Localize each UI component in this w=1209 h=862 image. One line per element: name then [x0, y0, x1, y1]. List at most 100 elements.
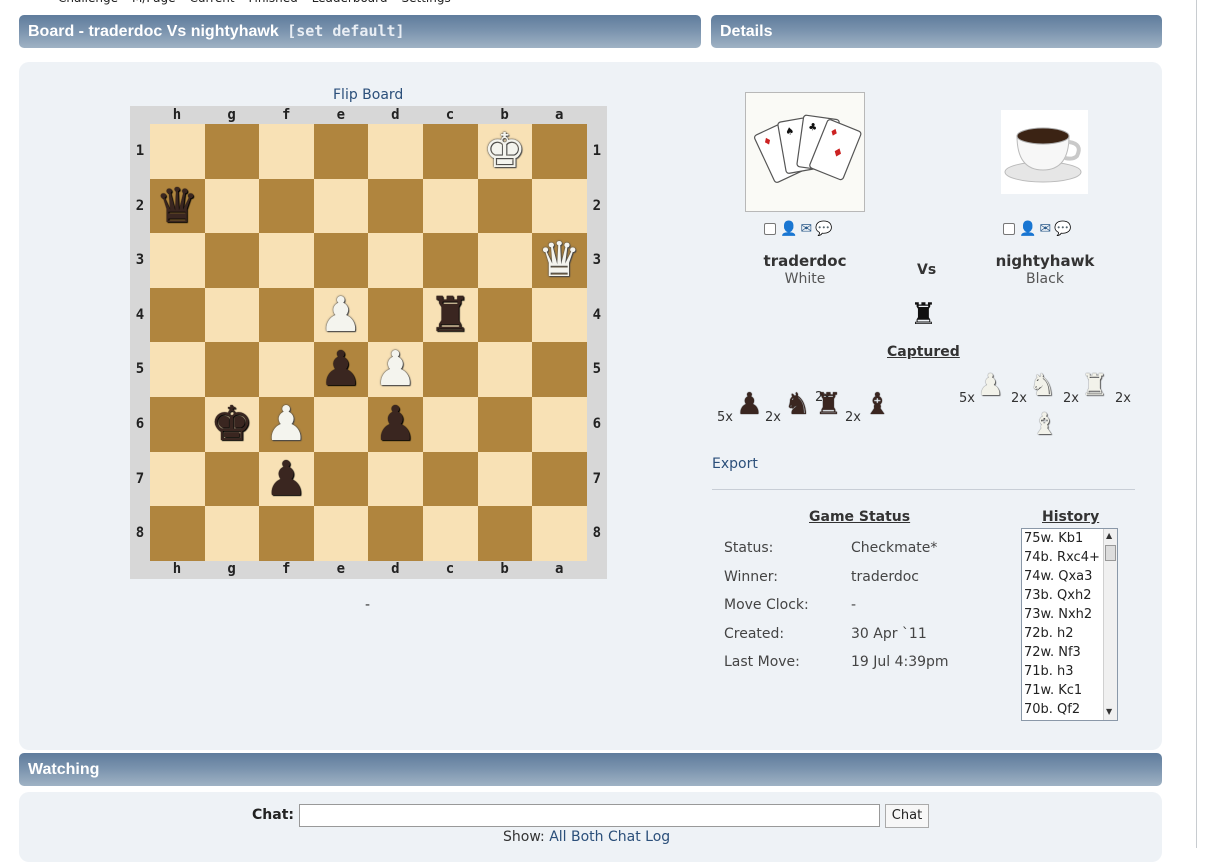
white-pawn-piece[interactable]: ♟	[259, 397, 313, 451]
user-add-icon[interactable]: 👤	[1019, 221, 1036, 237]
board-square-d2[interactable]	[368, 178, 423, 234]
board-square-a4[interactable]	[532, 287, 587, 343]
history-list[interactable]: 75w. Kb1 74b. Rxc4+ 74w. Qxa3 73b. Qxh2 73w.…	[1021, 528, 1118, 721]
white-king-piece[interactable]: ♚	[478, 124, 532, 178]
mail-icon[interactable]: ✉	[1039, 221, 1051, 237]
board-square-e8[interactable]	[313, 506, 369, 561]
board-square-b3[interactable]	[477, 233, 533, 288]
status-value: -	[851, 597, 857, 614]
top-nav-item[interactable]: Finished	[249, 0, 298, 5]
board-square-f1[interactable]	[259, 124, 314, 179]
board-square-g4[interactable]	[204, 287, 260, 343]
board-square-f4[interactable]	[259, 287, 314, 343]
board-square-b7[interactable]	[477, 451, 533, 507]
white-pawn-piece[interactable]: ♟	[368, 342, 422, 396]
board-square-c2[interactable]	[423, 178, 478, 234]
board-square-d1[interactable]	[368, 124, 423, 179]
board-square-g5[interactable]	[204, 342, 260, 397]
board-square-c7[interactable]	[423, 451, 478, 507]
flip-board-link[interactable]: Flip Board	[333, 87, 403, 103]
board-square-b2[interactable]	[477, 178, 533, 234]
board-square-h5[interactable]	[150, 342, 205, 397]
board-square-g8[interactable]	[204, 506, 260, 561]
white-player-name[interactable]: traderdoc	[745, 252, 865, 270]
board-square-c3[interactable]	[423, 233, 478, 288]
board-square-d4[interactable]	[368, 287, 423, 343]
captured-count: 2x	[1115, 391, 1131, 406]
board-square-e1[interactable]	[313, 124, 369, 179]
set-default-link[interactable]: [set default]	[287, 22, 404, 40]
board-square-c8[interactable]	[423, 506, 478, 561]
top-nav-item[interactable]: Challenge	[58, 0, 118, 5]
show-log-link[interactable]: Log	[645, 829, 670, 845]
white-pawn-piece[interactable]: ♟	[314, 288, 368, 342]
board-square-h1[interactable]	[150, 124, 205, 179]
board-square-a7[interactable]	[532, 451, 587, 507]
rank-label-right: 4	[592, 306, 602, 323]
board-square-g7[interactable]	[204, 451, 260, 507]
board-square-a6[interactable]	[532, 397, 587, 452]
board-square-g3[interactable]	[204, 233, 260, 288]
show-all-link[interactable]: All	[549, 829, 566, 845]
show-chat-link[interactable]: Chat	[608, 829, 641, 845]
top-nav-item[interactable]: M/Page	[132, 0, 175, 5]
file-label-top: h	[172, 107, 182, 123]
white-select-checkbox[interactable]	[764, 223, 776, 235]
file-label-top: g	[227, 107, 236, 123]
black-pawn-piece[interactable]: ♟	[259, 452, 313, 506]
watching-panel	[19, 792, 1162, 862]
black-rook-piece[interactable]: ♜	[423, 288, 477, 342]
board-square-c5[interactable]	[423, 342, 478, 397]
board-square-d8[interactable]	[368, 506, 423, 561]
black-pawn-piece[interactable]: ♟	[368, 397, 422, 451]
black-player-name[interactable]: nightyhawk	[985, 252, 1105, 270]
board-square-f2[interactable]	[259, 178, 314, 234]
board-square-f3[interactable]	[259, 233, 314, 288]
board-square-c6[interactable]	[423, 397, 478, 452]
white-queen-piece[interactable]: ♛	[532, 233, 586, 287]
board-square-g2[interactable]	[204, 178, 260, 234]
board-square-e3[interactable]	[313, 233, 369, 288]
divider	[712, 489, 1135, 490]
board-square-e2[interactable]	[313, 178, 369, 234]
board-square-a5[interactable]	[532, 342, 587, 397]
board-square-f5[interactable]	[259, 342, 314, 397]
board-square-e7[interactable]	[313, 451, 369, 507]
status-value: Checkmate*	[851, 540, 938, 556]
board-square-b5[interactable]	[477, 342, 533, 397]
board-square-b6[interactable]	[477, 397, 533, 452]
board-square-d7[interactable]	[368, 451, 423, 507]
board-square-a1[interactable]	[532, 124, 587, 179]
board-square-h6[interactable]	[150, 397, 205, 452]
board-square-g1[interactable]	[204, 124, 260, 179]
mail-icon[interactable]: ✉	[800, 221, 812, 237]
chat-bubble-icon[interactable]: 💬	[1054, 221, 1071, 237]
board-square-a2[interactable]	[532, 178, 587, 234]
board-square-b8[interactable]	[477, 506, 533, 561]
board-square-a8[interactable]	[532, 506, 587, 561]
file-label-bottom: f	[281, 560, 291, 577]
user-add-icon[interactable]: 👤	[780, 221, 797, 237]
export-link[interactable]: Export	[712, 456, 758, 472]
board-square-h4[interactable]	[150, 287, 205, 343]
board-square-h7[interactable]	[150, 451, 205, 507]
black-queen-piece[interactable]: ♛	[150, 179, 204, 233]
chat-bubble-icon[interactable]: 💬	[815, 221, 832, 237]
chat-input[interactable]	[299, 804, 880, 827]
black-select-checkbox[interactable]	[1003, 223, 1015, 235]
board-square-h3[interactable]	[150, 233, 205, 288]
top-nav-item[interactable]: Current	[189, 0, 234, 5]
history-scrollbar[interactable]: ▲ ▼	[1103, 529, 1117, 720]
board-square-c1[interactable]	[423, 124, 478, 179]
board-square-h8[interactable]	[150, 506, 205, 561]
board-square-f8[interactable]	[259, 506, 314, 561]
chat-button[interactable]: Chat	[885, 804, 929, 828]
show-both-link[interactable]: Both	[571, 829, 604, 845]
board-square-e6[interactable]	[313, 397, 369, 452]
board-square-b4[interactable]	[477, 287, 533, 343]
black-king-piece[interactable]: ♚	[205, 397, 259, 451]
top-nav-item[interactable]: Settings	[402, 0, 451, 5]
board-square-d3[interactable]	[368, 233, 423, 288]
black-pawn-piece[interactable]: ♟	[314, 342, 368, 396]
top-nav-item[interactable]: Leaderboard	[312, 0, 388, 5]
